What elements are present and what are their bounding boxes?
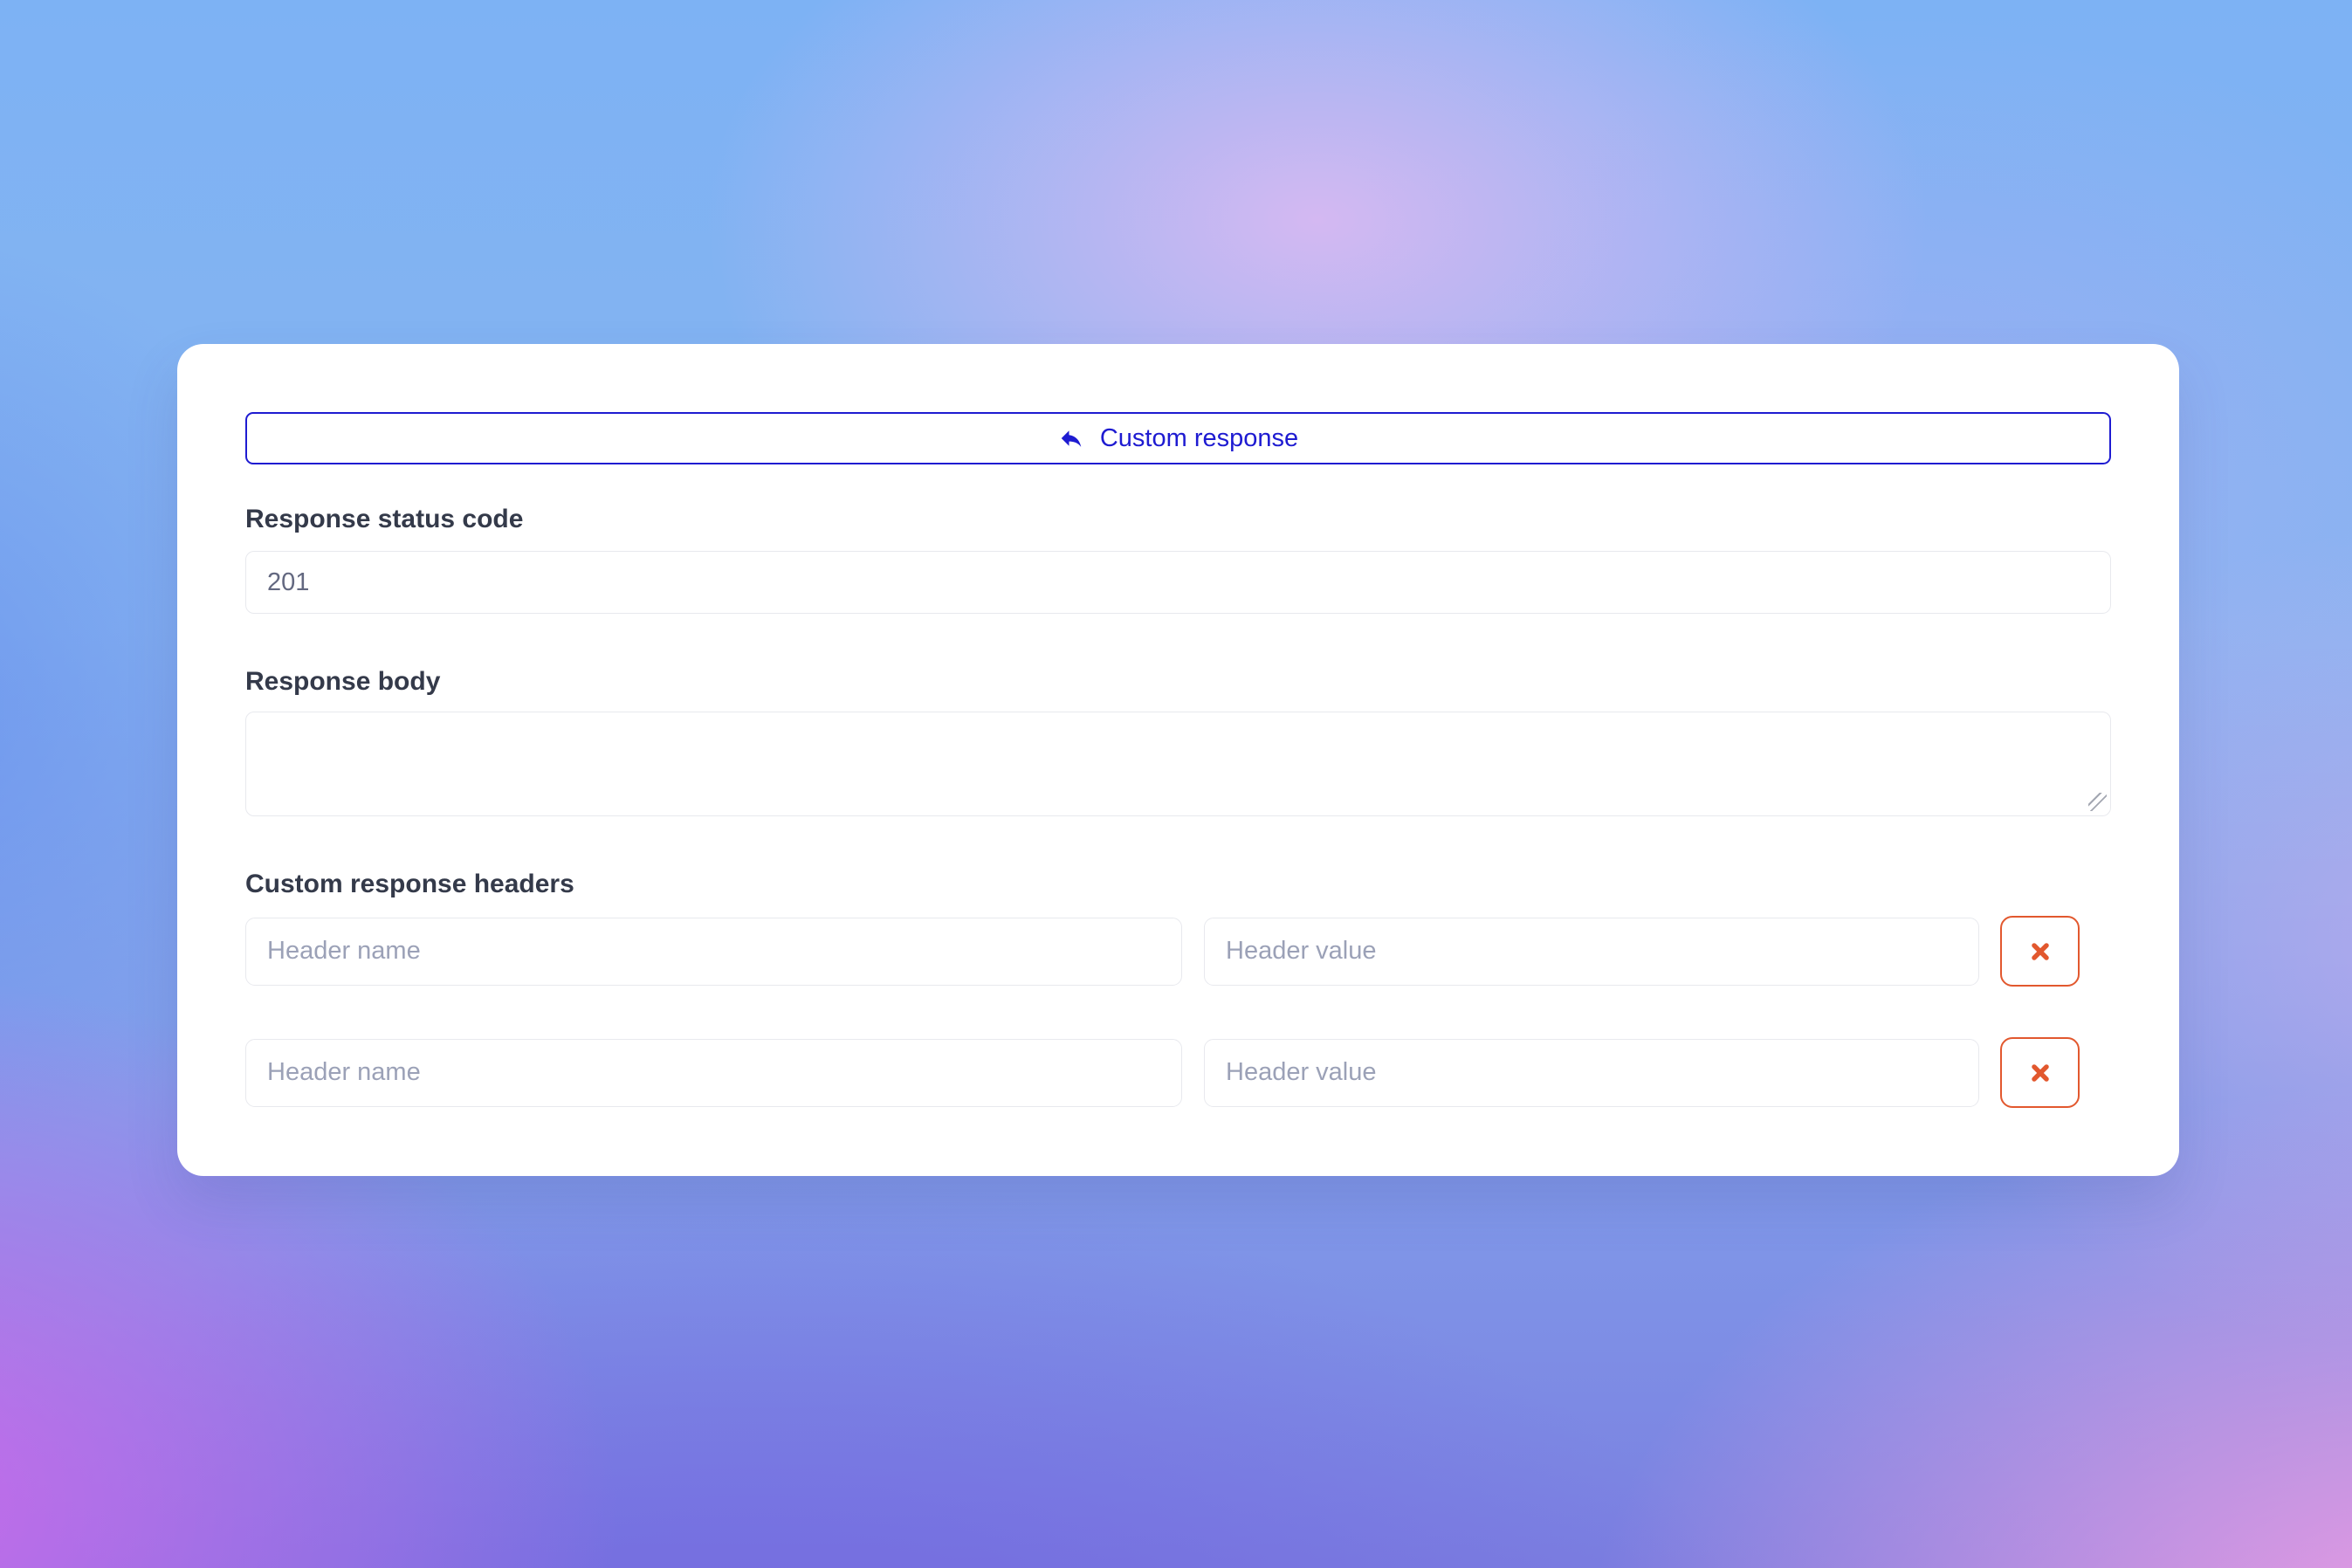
- custom-response-button-label: Custom response: [1100, 424, 1298, 453]
- response-status-code-label: Response status code: [245, 506, 2111, 533]
- header-row: [245, 916, 2111, 987]
- x-icon: [2029, 940, 2052, 963]
- header-row: [245, 1037, 2111, 1108]
- header-name-input[interactable]: [245, 918, 1182, 986]
- response-body-field: [245, 712, 2111, 816]
- custom-response-card: Custom response Response status code Res…: [177, 344, 2179, 1176]
- custom-response-headers-label: Custom response headers: [245, 871, 2111, 897]
- header-name-input[interactable]: [245, 1039, 1182, 1107]
- response-body-label: Response body: [245, 669, 2111, 695]
- x-icon: [2029, 1062, 2052, 1084]
- response-body-textarea[interactable]: [245, 712, 2111, 816]
- remove-header-button[interactable]: [2000, 916, 2080, 987]
- reply-icon: [1058, 425, 1084, 451]
- header-value-input[interactable]: [1204, 1039, 1979, 1107]
- response-status-code-input[interactable]: [245, 551, 2111, 614]
- remove-header-button[interactable]: [2000, 1037, 2080, 1108]
- page: { "colors": { "accent_blue": "#1e1bd1", …: [0, 0, 2352, 1568]
- custom-response-button[interactable]: Custom response: [245, 412, 2111, 464]
- header-value-input[interactable]: [1204, 918, 1979, 986]
